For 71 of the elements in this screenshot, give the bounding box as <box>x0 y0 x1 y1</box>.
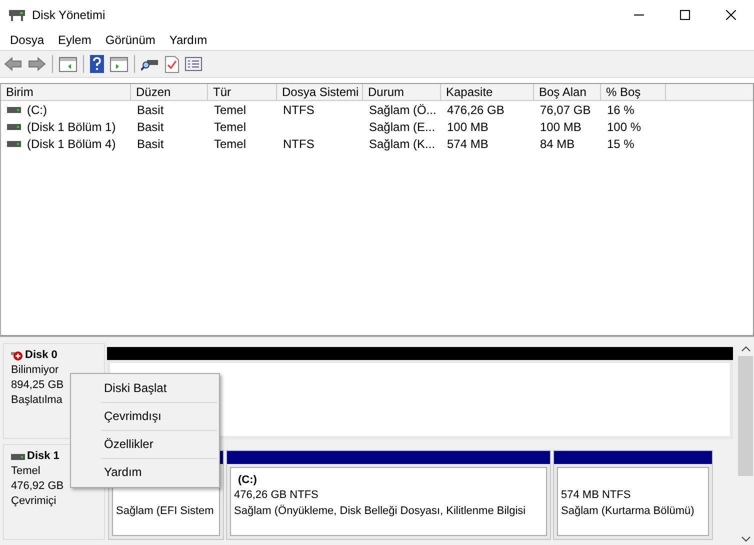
table-cell: (Disk 1 Bölüm 4) <box>27 136 116 150</box>
forward-arrow-icon[interactable] <box>28 57 46 71</box>
column-header[interactable]: Tür <box>208 84 277 101</box>
partition-title: (C:) <box>237 473 258 487</box>
table-cell: Basit <box>137 136 164 150</box>
window-title: Disk Yönetimi <box>32 8 106 22</box>
disk-info: Bilinmiyor <box>11 363 60 378</box>
table-cell: (Disk 1 Bölüm 1) <box>27 120 116 134</box>
disk-info: 476,92 GB <box>11 479 65 494</box>
menu-item[interactable]: Görünüm <box>98 32 162 46</box>
table-cell: Sağlam (K... <box>369 136 436 150</box>
table-cell: (C:) <box>27 102 47 116</box>
list-window-icon[interactable] <box>185 57 202 71</box>
window-pane-icon[interactable] <box>59 56 77 72</box>
table-cell: 100 % <box>607 120 642 134</box>
disk-info: Çevrimiçi <box>11 494 58 509</box>
drive-icon <box>7 106 21 112</box>
table-cell: 100 MB <box>540 120 582 134</box>
table-cell: 76,07 GB <box>540 102 591 116</box>
partition-info: Sağlam (EFI Sistem <box>116 504 215 519</box>
table-cell: 574 MB <box>447 136 488 150</box>
column-header[interactable]: Birim <box>1 84 131 101</box>
disk-info: 894,25 GB <box>11 378 65 393</box>
drive-icon <box>7 140 21 146</box>
maximize-icon <box>680 10 690 20</box>
partition-info: Sağlam (Önyükleme, Disk Belleği Dosyası, Kilitlenme Bilgisi <box>234 504 527 519</box>
disk-error-icon <box>11 350 23 360</box>
table-cell: Basit <box>137 120 164 134</box>
table-cell: NTFS <box>283 136 314 150</box>
table-cell: Temel <box>214 102 246 116</box>
table-cell: Basit <box>137 102 164 116</box>
menu-item[interactable]: Dosya <box>3 32 52 46</box>
column-header[interactable]: Dosya Sistemi <box>277 84 363 101</box>
disk-name: Disk 1 <box>27 449 60 464</box>
drive-icon <box>7 124 21 130</box>
window-pane-icon[interactable] <box>110 56 128 72</box>
table-cell: 476,26 GB <box>447 102 504 116</box>
disk-info: Temel <box>11 464 42 479</box>
table-cell: Sağlam (E... <box>369 120 436 134</box>
scrollbar[interactable] <box>737 343 754 545</box>
table-cell: Sağlam (Ö... <box>369 102 436 116</box>
table-cell: NTFS <box>283 102 314 116</box>
table-cell: Temel <box>214 136 246 150</box>
menu-item[interactable]: Eylem <box>51 32 98 46</box>
disk-icon <box>8 8 26 22</box>
close-icon <box>726 10 736 20</box>
column-header[interactable]: Kapasite <box>441 84 534 101</box>
partition-info: 476,26 GB NTFS <box>234 488 320 503</box>
table-cell: 84 MB <box>540 136 575 150</box>
checklist-page-icon[interactable] <box>165 56 179 72</box>
menu-item[interactable]: Yardım <box>162 32 214 46</box>
table-cell: Temel <box>214 120 246 134</box>
back-arrow-icon[interactable] <box>4 57 22 71</box>
disk-info: Başlatılma <box>11 393 64 408</box>
drive-icon <box>11 454 25 460</box>
column-header[interactable]: Durum <box>363 84 441 101</box>
help-icon[interactable] <box>90 55 104 73</box>
column-header[interactable]: Düzen <box>131 84 208 101</box>
table-cell: 15 % <box>607 136 634 150</box>
column-header[interactable]: Boş Alan <box>534 84 601 101</box>
column-header[interactable]: % Boş <box>601 84 666 101</box>
table-cell: 100 MB <box>447 120 488 134</box>
partition-block[interactable]: (C:) 476,26 GB NTFS Sağlam (Önyükleme, Disk Belleği Dosyası, Kilitlenme Bilgisi <box>226 450 551 540</box>
magnifier-disk-icon[interactable] <box>141 57 159 71</box>
partition-block[interactable]: 574 MB NTFS Sağlam (Kurtarma Bölümü) <box>553 450 713 540</box>
partition-info: Sağlam (Kurtarma Bölümü) <box>561 504 696 519</box>
disk-name: Disk 0 <box>25 348 58 363</box>
scroll-up-icon[interactable] <box>740 346 750 352</box>
scroll-down-icon[interactable] <box>740 536 750 542</box>
table-cell: 16 % <box>607 102 634 116</box>
partition-info: 574 MB NTFS <box>561 488 632 503</box>
